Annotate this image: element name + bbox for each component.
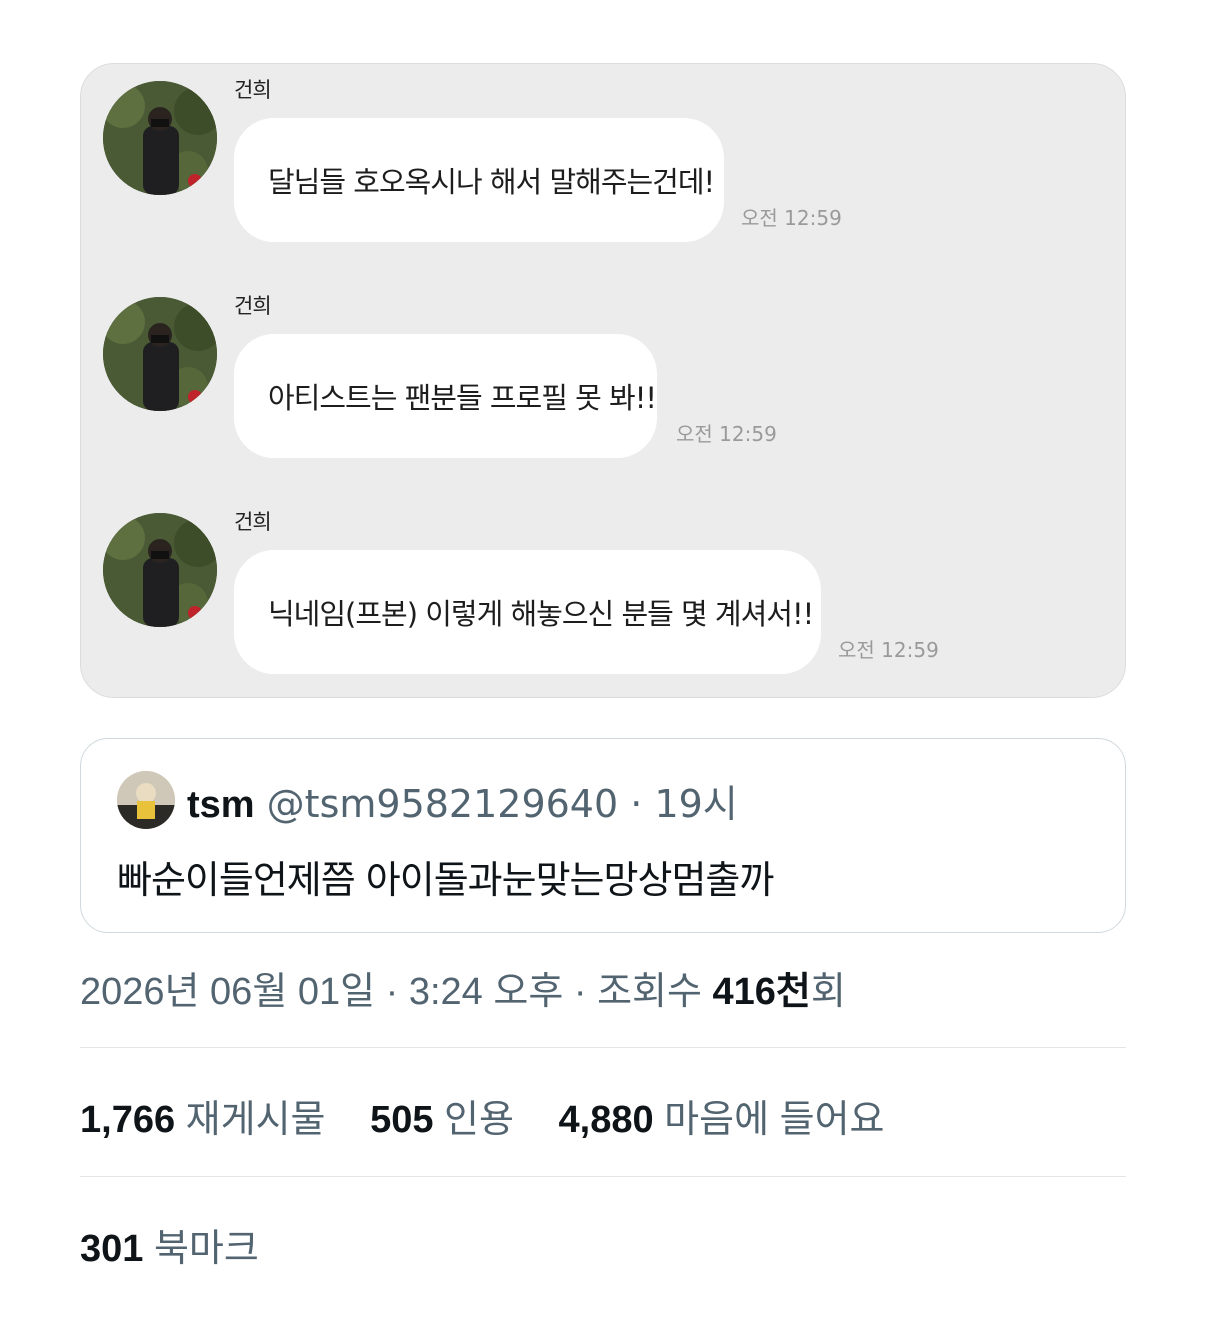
bookmarks-stat[interactable]: 301 북마크 — [80, 1217, 259, 1272]
quote-avatar[interactable] — [117, 771, 175, 829]
reposts-label: 재게시물 — [185, 1099, 326, 1141]
quote-text: 빠순이들언제쯤 아이돌과눈맞는망상멈출까 — [117, 858, 774, 902]
chat-message: 건희 닉네임(프본) 이렇게 해놓으신 분들 몇 계셔서!! 오전 12:59 — [103, 496, 1103, 696]
tweet-clock[interactable]: 3:24 오후 — [409, 971, 563, 1013]
engagement-stats: 1,766 재게시물 505 인용 4,880 마음에 들어요 — [80, 1088, 919, 1143]
likes-count: 4,880 — [558, 1099, 654, 1141]
avatar — [103, 81, 217, 195]
reposts-count: 1,766 — [80, 1099, 176, 1141]
likes-label: 마음에 들어요 — [664, 1099, 885, 1141]
bookmarks-count: 301 — [80, 1228, 144, 1270]
quote-time[interactable]: 19시 — [654, 782, 737, 826]
chat-message: 건희 아티스트는 팬분들 프로필 못 봐!! 오전 12:59 — [103, 280, 1103, 480]
views-count: 416천 — [712, 971, 811, 1013]
message-bubble: 달님들 호오옥시나 해서 말해주는건데! — [234, 118, 724, 242]
avatar — [103, 297, 217, 411]
quotes-stat[interactable]: 505 인용 — [370, 1099, 514, 1141]
message-time: 오전 12:59 — [676, 422, 777, 446]
separator-dot: · — [630, 782, 643, 826]
quotes-count: 505 — [370, 1099, 434, 1141]
tweet-meta: 2026년 06월 01일 · 3:24 오후 · 조회수 416천회 — [80, 960, 846, 1015]
chat-screenshot: 건희 달님들 호오옥시나 해서 말해주는건데! 오전 12:59 건희 아티스트… — [80, 63, 1126, 698]
quote-author-name[interactable]: tsm — [187, 784, 255, 826]
likes-stat[interactable]: 4,880 마음에 들어요 — [559, 1099, 885, 1141]
divider — [80, 1176, 1126, 1177]
message-time: 오전 12:59 — [741, 206, 842, 230]
quote-author-handle[interactable]: @tsm95821296​40 — [267, 782, 618, 826]
quote-header: tsm @tsm95821296​40 · 19시 — [187, 773, 738, 828]
sender-name: 건희 — [234, 78, 272, 102]
tweet-date[interactable]: 2026년 06월 01일 — [80, 971, 375, 1013]
views-suffix: 회 — [810, 971, 846, 1013]
avatar — [103, 513, 217, 627]
chat-message: 건희 달님들 호오옥시나 해서 말해주는건데! 오전 12:59 — [103, 64, 1103, 264]
divider — [80, 1047, 1126, 1048]
quotes-label: 인용 — [444, 1099, 514, 1141]
separator-dot: · — [385, 971, 399, 1013]
reposts-stat[interactable]: 1,766 재게시물 — [80, 1099, 326, 1141]
separator-dot: · — [573, 971, 587, 1013]
sender-name: 건희 — [234, 510, 272, 534]
message-bubble: 닉네임(프본) 이렇게 해놓으신 분들 몇 계셔서!! — [234, 550, 821, 674]
quoted-tweet[interactable]: tsm @tsm95821296​40 · 19시 빠순이들언제쯤 아이돌과눈맞… — [80, 738, 1126, 933]
bookmarks-label: 북마크 — [153, 1228, 259, 1270]
sender-name: 건희 — [234, 294, 272, 318]
message-bubble: 아티스트는 팬분들 프로필 못 봐!! — [234, 334, 657, 458]
views-label: 조회수 — [597, 971, 702, 1013]
message-time: 오전 12:59 — [838, 638, 939, 662]
